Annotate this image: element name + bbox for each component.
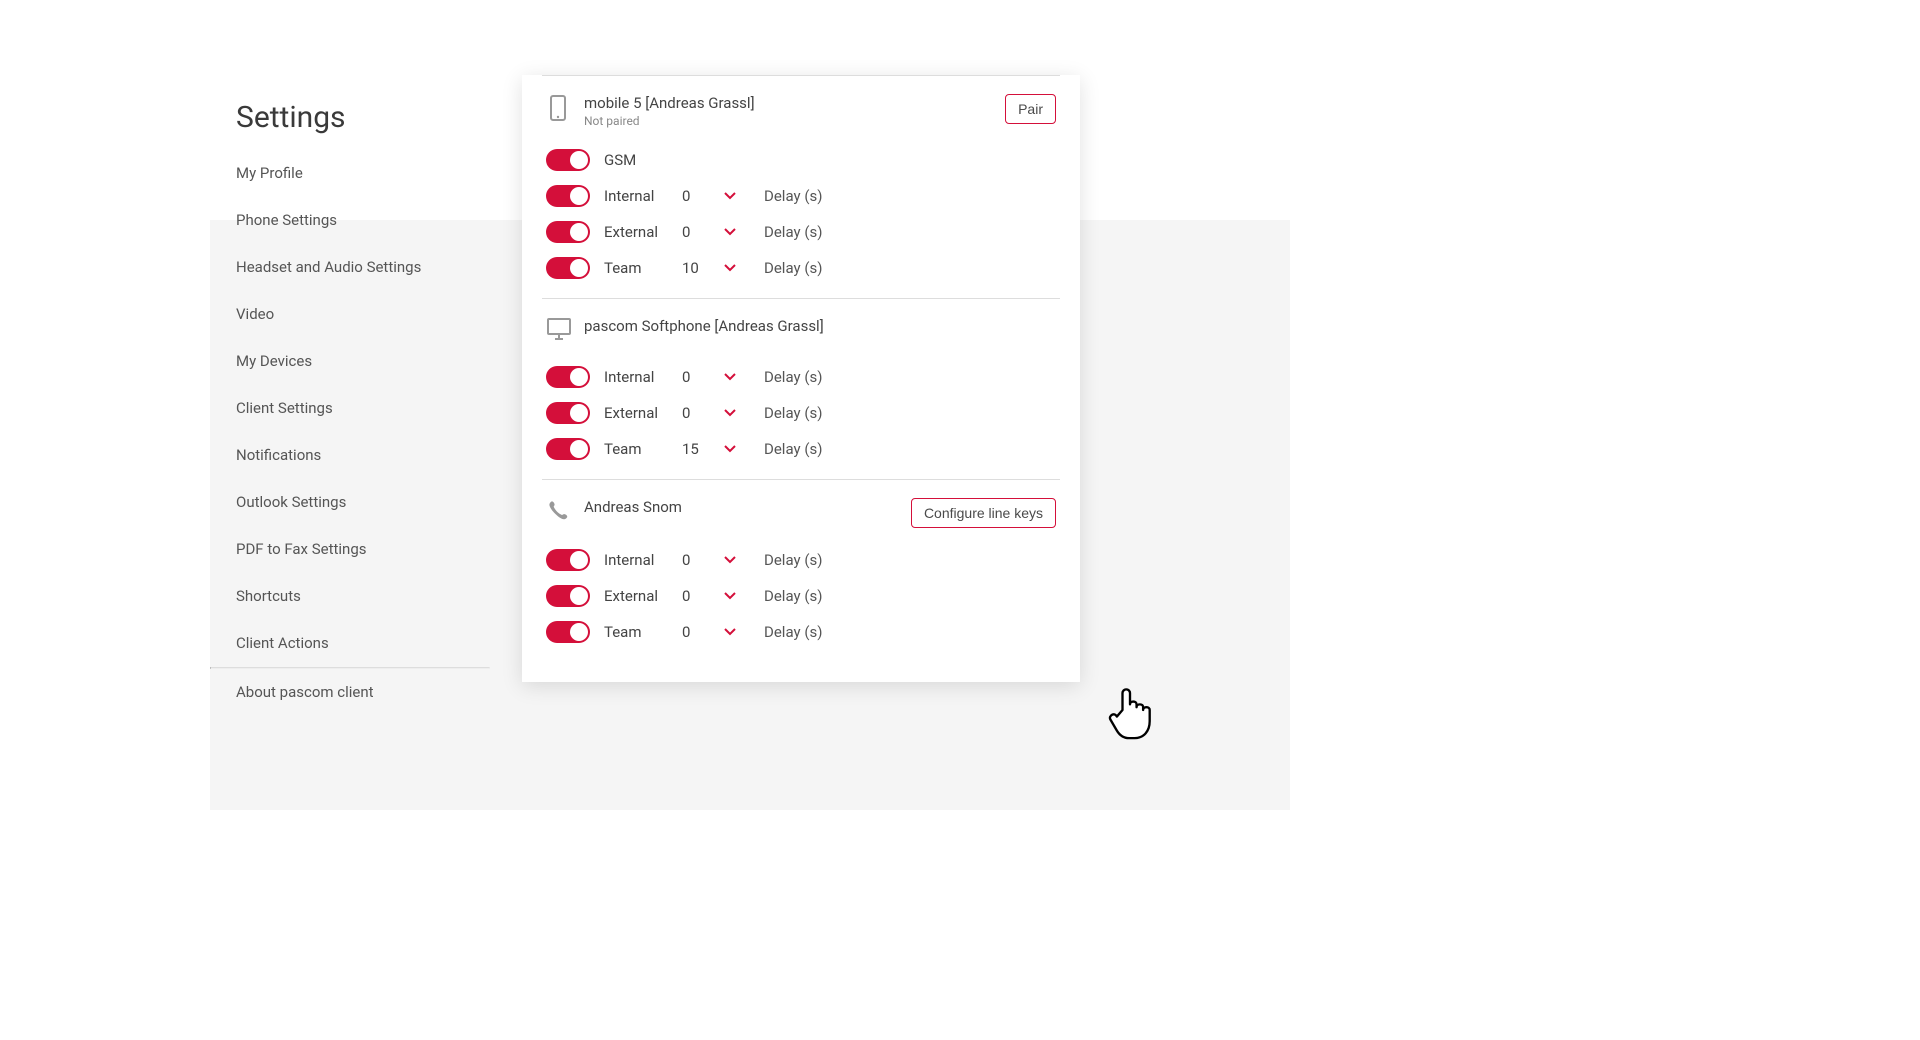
delay-value: 0 xyxy=(682,187,708,205)
delay-unit-label: Delay (s) xyxy=(764,259,822,277)
team-toggle[interactable] xyxy=(546,438,590,460)
device-softphone: pascom Softphone [Andreas Grassl] Intern… xyxy=(542,298,1060,479)
toggle-row-gsm: GSM xyxy=(542,142,1060,178)
delay-value: 0 xyxy=(682,223,708,241)
external-toggle[interactable] xyxy=(546,585,590,607)
device-title: mobile 5 [Andreas Grassl] xyxy=(584,94,755,112)
team-toggle[interactable] xyxy=(546,621,590,643)
configure-line-keys-button[interactable]: Configure line keys xyxy=(911,498,1056,528)
sidebar-item-shortcuts[interactable]: Shortcuts xyxy=(210,573,490,620)
sidebar-item-notifications[interactable]: Notifications xyxy=(210,432,490,479)
delay-value: 0 xyxy=(682,623,708,641)
device-header: pascom Softphone [Andreas Grassl] xyxy=(542,317,1060,359)
device-title: Andreas Snom xyxy=(584,498,682,516)
device-mobile: mobile 5 [Andreas Grassl] Not paired Pai… xyxy=(542,75,1060,298)
internal-toggle[interactable] xyxy=(546,549,590,571)
internal-label: Internal xyxy=(604,551,668,569)
delay-unit-label: Delay (s) xyxy=(764,623,822,641)
sidebar-item-video[interactable]: Video xyxy=(210,291,490,338)
team-label: Team xyxy=(604,623,668,641)
delay-value: 0 xyxy=(682,404,708,422)
delay-value: 0 xyxy=(682,587,708,605)
chevron-down-icon[interactable] xyxy=(722,406,738,420)
toggle-row-external: External 0 Delay (s) xyxy=(542,214,1060,250)
delay-unit-label: Delay (s) xyxy=(764,368,822,386)
external-toggle[interactable] xyxy=(546,221,590,243)
external-label: External xyxy=(604,404,668,422)
devices-panel: mobile 5 [Andreas Grassl] Not paired Pai… xyxy=(522,75,1080,682)
chevron-down-icon[interactable] xyxy=(722,589,738,603)
internal-toggle[interactable] xyxy=(546,185,590,207)
toggle-row-external: External 0 Delay (s) xyxy=(542,395,1060,431)
settings-sidebar: My Profile Phone Settings Headset and Au… xyxy=(210,150,490,716)
toggle-row-team: Team 15 Delay (s) xyxy=(542,431,1060,467)
gsm-label: GSM xyxy=(604,151,668,169)
gsm-toggle[interactable] xyxy=(546,149,590,171)
mobile-icon xyxy=(546,94,570,122)
sidebar-item-client-settings[interactable]: Client Settings xyxy=(210,385,490,432)
team-label: Team xyxy=(604,259,668,277)
delay-value: 15 xyxy=(682,440,708,458)
page-title: Settings xyxy=(236,100,346,135)
external-label: External xyxy=(604,587,668,605)
sidebar-item-my-devices[interactable]: My Devices xyxy=(210,338,490,385)
pair-button[interactable]: Pair xyxy=(1005,94,1056,124)
external-toggle[interactable] xyxy=(546,402,590,424)
internal-label: Internal xyxy=(604,187,668,205)
team-toggle[interactable] xyxy=(546,257,590,279)
sidebar-item-client-actions[interactable]: Client Actions xyxy=(210,620,490,667)
delay-unit-label: Delay (s) xyxy=(764,551,822,569)
delay-value: 0 xyxy=(682,368,708,386)
toggle-row-internal: Internal 0 Delay (s) xyxy=(542,542,1060,578)
sidebar-item-my-profile[interactable]: My Profile xyxy=(210,150,490,197)
chevron-down-icon[interactable] xyxy=(722,261,738,275)
delay-unit-label: Delay (s) xyxy=(764,223,822,241)
monitor-icon xyxy=(546,317,570,345)
internal-toggle[interactable] xyxy=(546,366,590,388)
sidebar-item-headset-audio[interactable]: Headset and Audio Settings xyxy=(210,244,490,291)
device-header: Andreas Snom Configure line keys xyxy=(542,498,1060,542)
device-deskphone: Andreas Snom Configure line keys Interna… xyxy=(542,479,1060,662)
toggle-row-external: External 0 Delay (s) xyxy=(542,578,1060,614)
internal-label: Internal xyxy=(604,368,668,386)
delay-unit-label: Delay (s) xyxy=(764,187,822,205)
delay-unit-label: Delay (s) xyxy=(764,587,822,605)
chevron-down-icon[interactable] xyxy=(722,442,738,456)
phone-icon xyxy=(546,498,570,526)
delay-unit-label: Delay (s) xyxy=(764,440,822,458)
chevron-down-icon[interactable] xyxy=(722,189,738,203)
toggle-row-internal: Internal 0 Delay (s) xyxy=(542,178,1060,214)
sidebar-item-outlook-settings[interactable]: Outlook Settings xyxy=(210,479,490,526)
external-label: External xyxy=(604,223,668,241)
toggle-row-internal: Internal 0 Delay (s) xyxy=(542,359,1060,395)
team-label: Team xyxy=(604,440,668,458)
delay-value: 0 xyxy=(682,551,708,569)
device-header: mobile 5 [Andreas Grassl] Not paired Pai… xyxy=(542,94,1060,142)
device-subtitle: Not paired xyxy=(584,114,755,128)
sidebar-item-phone-settings[interactable]: Phone Settings xyxy=(210,197,490,244)
toggle-row-team: Team 10 Delay (s) xyxy=(542,250,1060,286)
sidebar-item-about[interactable]: About pascom client xyxy=(210,669,490,716)
chevron-down-icon[interactable] xyxy=(722,625,738,639)
device-title: pascom Softphone [Andreas Grassl] xyxy=(584,317,824,335)
delay-unit-label: Delay (s) xyxy=(764,404,822,422)
delay-value: 10 xyxy=(682,259,708,277)
chevron-down-icon[interactable] xyxy=(722,553,738,567)
chevron-down-icon[interactable] xyxy=(722,370,738,384)
chevron-down-icon[interactable] xyxy=(722,225,738,239)
toggle-row-team: Team 0 Delay (s) xyxy=(542,614,1060,650)
sidebar-item-pdf-fax[interactable]: PDF to Fax Settings xyxy=(210,526,490,573)
